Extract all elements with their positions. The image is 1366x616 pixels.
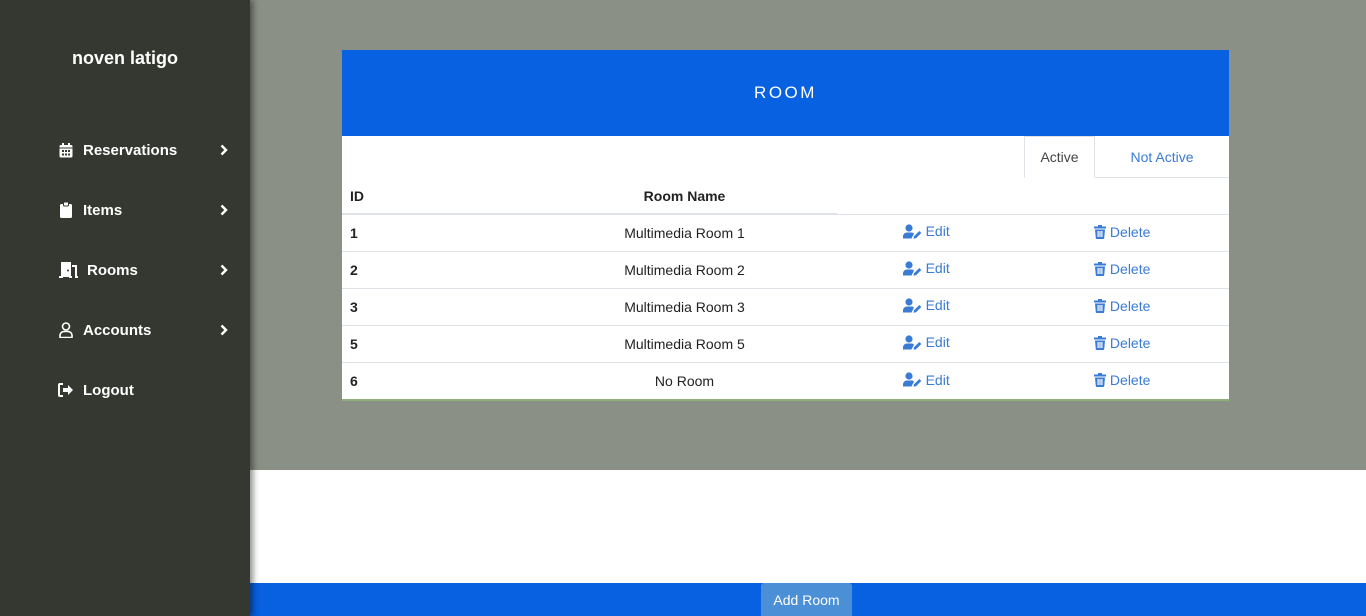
edit-label: Edit [925, 297, 950, 314]
delete-label: Delete [1109, 371, 1151, 388]
room-name: No Room [532, 361, 837, 399]
delete-cell: Delete [1015, 361, 1229, 399]
column-header-id: ID [342, 178, 532, 215]
edit-link[interactable]: Edit [902, 334, 950, 351]
add-room-button[interactable]: Add Room [761, 583, 852, 616]
edit-link[interactable]: Edit [902, 223, 950, 240]
delete-label: Delete [1109, 334, 1151, 351]
edit-cell: Edit [837, 250, 1016, 288]
table-row: 3 Multimedia Room 3 Edit Delete [342, 287, 1229, 325]
edit-label: Edit [925, 371, 950, 388]
status-tabs: Active Not Active [1024, 136, 1229, 178]
table-row: 2 Multimedia Room 2 Edit Delete [342, 250, 1229, 288]
edit-cell: Edit [837, 324, 1016, 362]
page-title: ROOM [754, 83, 817, 102]
user-icon [58, 322, 74, 338]
user-edit-icon [902, 298, 922, 313]
delete-cell: Delete [1015, 213, 1229, 251]
edit-label: Edit [925, 223, 950, 240]
delete-cell: Delete [1015, 287, 1229, 325]
trash-icon [1093, 372, 1106, 387]
trash-icon [1093, 224, 1106, 239]
door-icon [58, 262, 78, 278]
room-id: 5 [342, 324, 532, 362]
trash-icon [1093, 298, 1106, 313]
delete-link[interactable]: Delete [1093, 223, 1151, 240]
edit-cell: Edit [837, 361, 1016, 399]
table-row: 1 Multimedia Room 1 Edit Delete [342, 213, 1229, 251]
user-edit-icon [902, 224, 922, 239]
edit-cell: Edit [837, 213, 1016, 251]
calendar-icon [58, 142, 74, 158]
sidebar-item-label: Rooms [87, 261, 138, 279]
sidebar-item-rooms[interactable]: Rooms [58, 258, 230, 282]
tab-active[interactable]: Active [1024, 136, 1095, 178]
sidebar-item-label: Reservations [83, 141, 178, 159]
brand-title: noven latigo [71, 48, 178, 68]
tab-not-active[interactable]: Not Active [1095, 136, 1229, 178]
delete-link[interactable]: Delete [1093, 297, 1151, 314]
sidebar-item-label: Logout [83, 381, 134, 399]
chevron-right-icon [218, 322, 230, 338]
room-id: 6 [342, 361, 532, 399]
clipboard-icon [58, 202, 74, 218]
delete-link[interactable]: Delete [1093, 260, 1151, 277]
delete-cell: Delete [1015, 324, 1229, 362]
sidebar-item-reservations[interactable]: Reservations [58, 138, 230, 162]
delete-link[interactable]: Delete [1093, 371, 1151, 388]
chevron-right-icon [218, 202, 230, 218]
logout-icon [58, 382, 74, 398]
delete-label: Delete [1109, 297, 1151, 314]
room-id: 2 [342, 250, 532, 288]
delete-link[interactable]: Delete [1093, 334, 1151, 351]
sidebar-item-items[interactable]: Items [58, 198, 230, 222]
room-card: ROOM Active Not Active ID Room Name 1 Mul… [342, 50, 1229, 401]
edit-cell: Edit [837, 287, 1016, 325]
card-header: ROOM [342, 50, 1229, 136]
chevron-right-icon [218, 262, 230, 278]
room-id: 1 [342, 213, 532, 251]
edit-link[interactable]: Edit [902, 371, 950, 388]
delete-cell: Delete [1015, 250, 1229, 288]
rooms-table: ID Room Name 1 Multimedia Room 1 Edit Delet… [342, 178, 1229, 399]
table-row: 6 No Room Edit Delete [342, 361, 1229, 399]
sidebar-item-logout[interactable]: Logout [58, 378, 230, 402]
edit-link[interactable]: Edit [902, 297, 950, 314]
room-name: Multimedia Room 1 [532, 213, 837, 251]
column-header-edit [837, 178, 1015, 214]
column-header-room-name: Room Name [532, 178, 837, 215]
sidebar-item-label: Accounts [83, 321, 152, 339]
chevron-right-icon [218, 142, 230, 158]
room-name: Multimedia Room 2 [532, 250, 837, 288]
user-edit-icon [902, 335, 922, 350]
table-row: 5 Multimedia Room 5 Edit Delete [342, 324, 1229, 362]
edit-label: Edit [925, 260, 950, 277]
trash-icon [1093, 261, 1106, 276]
room-name: Multimedia Room 3 [532, 287, 837, 325]
edit-link[interactable]: Edit [902, 260, 950, 277]
sidebar-item-label: Items [83, 201, 123, 219]
trash-icon [1093, 335, 1106, 350]
table-body: 1 Multimedia Room 1 Edit Delete 2 Multimedia … [342, 213, 1229, 399]
room-name: Multimedia Room 5 [532, 324, 837, 362]
user-edit-icon [902, 372, 922, 387]
delete-label: Delete [1109, 260, 1151, 277]
column-header-delete [1015, 178, 1229, 214]
delete-label: Delete [1109, 223, 1151, 240]
user-edit-icon [902, 261, 922, 276]
table-header-row: ID Room Name [342, 178, 1229, 215]
room-id: 3 [342, 287, 532, 325]
sidebar: noven latigo Reservations Items Rooms Ac… [0, 0, 250, 616]
edit-label: Edit [925, 334, 950, 351]
sidebar-item-accounts[interactable]: Accounts [58, 318, 230, 342]
